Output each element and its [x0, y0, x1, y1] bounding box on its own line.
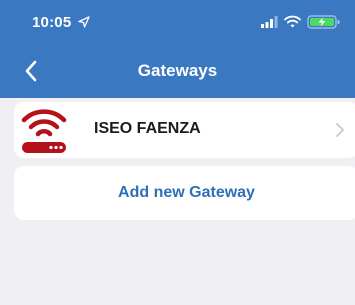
page-title: Gateways: [137, 61, 218, 80]
router-wifi-icon: [21, 109, 67, 153]
gateways-screen: 10:05 Gateways ISEO FAENZA Add new Gatew…: [0, 0, 355, 305]
cellular-signal-icon: [261, 16, 278, 28]
add-gateway-button[interactable]: Add new Gateway: [14, 166, 355, 220]
gateway-name: ISEO FAENZA: [94, 120, 201, 137]
status-time: 10:05: [32, 14, 72, 31]
gateway-row-iseo-faenza[interactable]: ISEO FAENZA: [14, 102, 355, 158]
header: 10:05 Gateways: [0, 0, 355, 98]
status-bar: 10:05: [0, 0, 355, 44]
chevron-right-icon: [336, 123, 344, 137]
battery-charging-icon: [307, 15, 340, 29]
navigation-bar: Gateways: [0, 48, 355, 94]
status-icons: [261, 15, 341, 29]
wifi-icon: [284, 15, 301, 28]
add-gateway-label: Add new Gateway: [118, 184, 255, 201]
location-arrow-icon: [78, 16, 90, 28]
